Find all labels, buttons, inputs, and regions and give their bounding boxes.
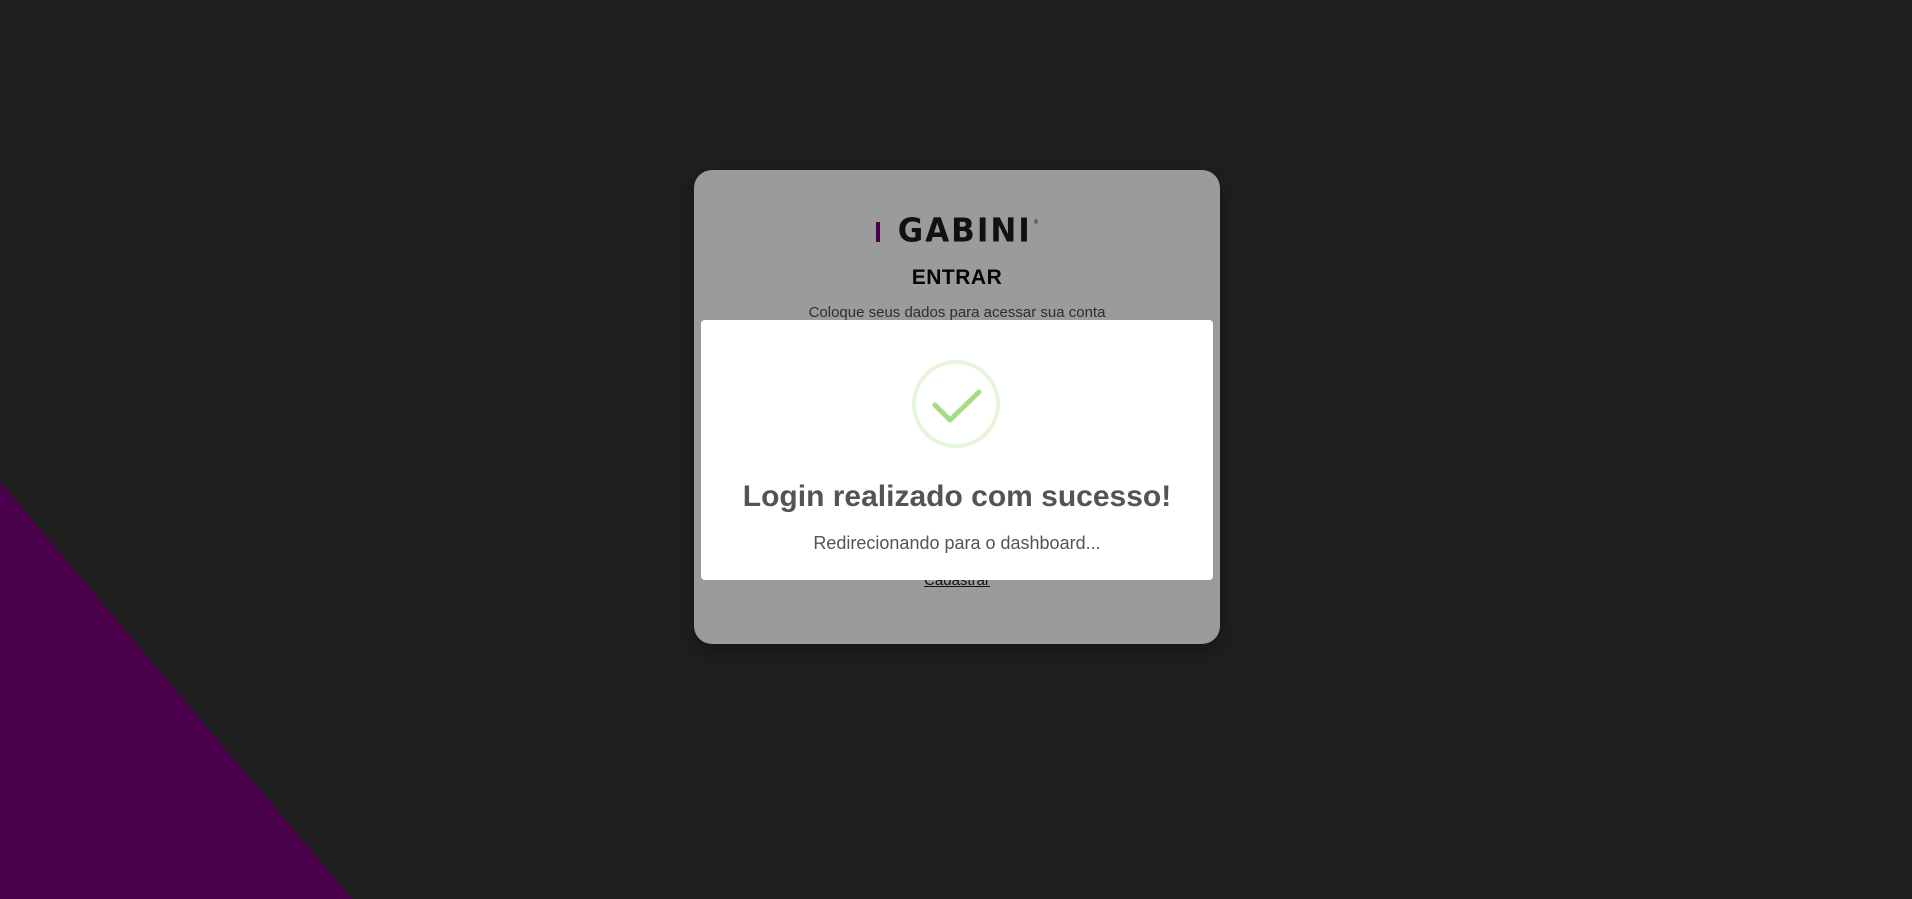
success-check-icon [912, 360, 1000, 448]
brand-name: GABINI [897, 212, 1032, 250]
alert-title: Login realizado com sucesso! [742, 480, 1172, 513]
alert-message: Redirecionando para o dashboard... [813, 533, 1101, 553]
registered-mark: ® [1033, 219, 1039, 226]
login-subtitle: Coloque seus dados para acessar sua cont… [808, 304, 1106, 321]
brand-logo: GABINI ® [694, 212, 1220, 250]
login-title: ENTRAR [911, 266, 1003, 289]
success-alert-modal: Login realizado com sucesso! Redireciona… [701, 320, 1213, 580]
logo-accent-bar [875, 221, 880, 242]
page: GABINI ® ENTRAR Coloque seus dados para … [0, 0, 1912, 899]
